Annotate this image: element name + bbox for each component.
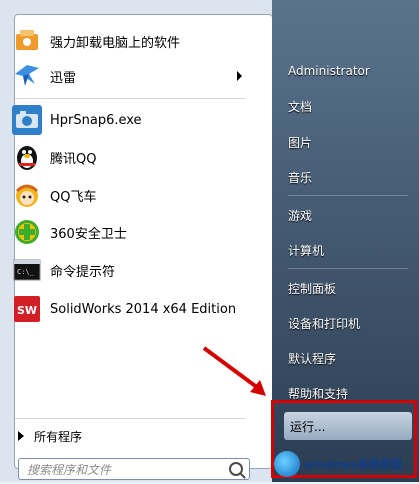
place-games[interactable]: 游戏 [288,207,312,224]
place-control-panel[interactable]: 控制面板 [288,280,336,297]
place-devices-printers[interactable]: 设备和打印机 [288,315,360,332]
place-music[interactable]: 音乐 [288,169,312,186]
separator [288,195,408,196]
qq-racing-character-icon [12,180,42,210]
separator [288,268,408,269]
triangle-right-icon [18,431,24,441]
camera-snap-icon [12,105,42,135]
separator [15,98,245,99]
program-solidworks[interactable]: SW SolidWorks 2014 x64 Edition [12,292,244,326]
search-icon [229,462,243,476]
start-menu-window: 强力卸载电脑上的软件 迅雷 HprSnap6.exe 腾讯QQ QQ飞车 360… [0,0,419,482]
program-label: 迅雷 [50,70,77,86]
svg-text:SW: SW [17,304,37,317]
watermark: windows系统家园 [274,444,419,484]
separator [15,418,245,419]
program-qq[interactable]: 腾讯QQ [12,140,244,174]
program-label: 强力卸载电脑上的软件 [50,35,181,51]
thunder-bird-icon [12,61,42,91]
program-label: QQ飞车 [50,189,97,205]
search-input[interactable]: 搜索程序和文件 [18,458,250,480]
program-hprsnap[interactable]: HprSnap6.exe [12,103,244,137]
all-programs-button[interactable]: 所有程序 [18,426,248,446]
uninstall-box-icon [12,26,42,56]
place-computer[interactable]: 计算机 [288,242,324,259]
place-pictures[interactable]: 图片 [288,134,312,151]
place-default-programs[interactable]: 默认程序 [288,350,336,367]
watermark-text: windows系统家园 [304,458,402,471]
program-label: 360安全卫士 [50,226,127,242]
red-arrow-annotation [202,346,266,396]
solidworks-sw-icon: SW [12,294,42,324]
command-prompt-icon: C:\_ [12,255,42,285]
program-qq-racing[interactable]: QQ飞车 [12,178,244,212]
all-programs-label: 所有程序 [34,429,83,444]
qq-penguin-icon [12,142,42,172]
program-360[interactable]: 360安全卫士 [12,215,244,249]
program-label: 腾讯QQ [50,151,97,167]
search-placeholder: 搜索程序和文件 [27,462,112,477]
program-label: HprSnap6.exe [50,112,142,128]
program-cmd[interactable]: C:\_ 命令提示符 [12,253,244,287]
program-thunder[interactable]: 迅雷 [12,59,244,93]
360-shield-plus-icon [12,217,42,247]
program-uninstall[interactable]: 强力卸载电脑上的软件 [12,24,244,58]
submenu-arrow-icon [237,71,242,81]
svg-text:C:\_: C:\_ [17,268,35,276]
program-label: 命令提示符 [50,264,116,280]
program-label: SolidWorks 2014 x64 Edition [50,301,237,317]
place-administrator[interactable]: Administrator [288,64,370,78]
windows-logo-icon [274,451,300,477]
place-documents[interactable]: 文档 [288,98,312,115]
